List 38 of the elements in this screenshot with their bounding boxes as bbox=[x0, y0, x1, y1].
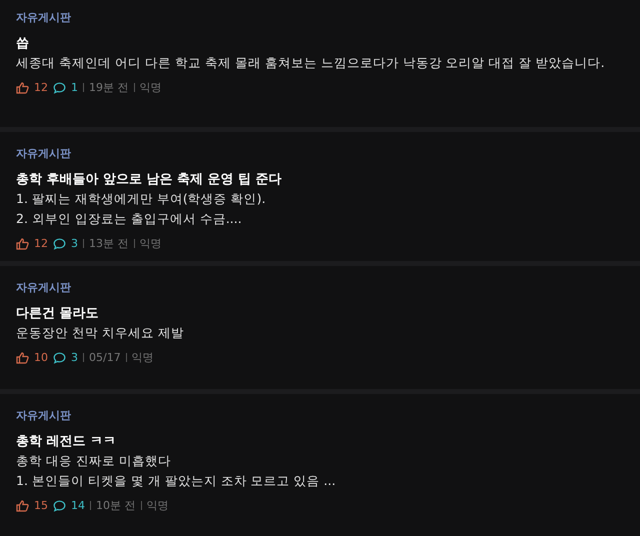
post-time: 19분 전 bbox=[89, 80, 128, 95]
author-name: 익명 bbox=[140, 236, 162, 251]
board-label[interactable]: 자유게시판 bbox=[16, 408, 71, 423]
thumbs-up-icon bbox=[16, 500, 29, 512]
author-name: 익명 bbox=[146, 498, 168, 513]
comment-count: 3 bbox=[71, 237, 78, 250]
author-name: 익명 bbox=[132, 350, 154, 365]
like-count: 12 bbox=[34, 237, 48, 250]
like-count: 10 bbox=[34, 351, 48, 364]
comment-count: 3 bbox=[71, 351, 78, 364]
post-excerpt: 운동장안 천막 치우세요 제발 bbox=[16, 325, 184, 342]
post-excerpt: 총학 대응 진짜로 미흡했다 bbox=[16, 453, 171, 470]
board-label[interactable]: 자유게시판 bbox=[16, 146, 71, 161]
board-label[interactable]: 자유게시판 bbox=[16, 280, 71, 295]
comment-icon bbox=[53, 82, 66, 94]
post-excerpt: 세종대 축제인데 어디 다른 학교 축제 몰래 훔쳐보는 느낌으로다가 낙동강 오리알 대접 잘 받았습니다. bbox=[16, 55, 605, 72]
comment-icon bbox=[53, 352, 66, 364]
like-count: 15 bbox=[34, 499, 48, 512]
post-time: 10분 전 bbox=[96, 498, 136, 513]
thumbs-up-icon bbox=[16, 82, 29, 94]
post-title[interactable]: 총학 후배들아 앞으로 남은 축제 운영 팁 준다 bbox=[16, 170, 282, 188]
comment-count: 14 bbox=[71, 499, 85, 512]
comment-icon bbox=[53, 500, 66, 512]
author-name: 익명 bbox=[140, 80, 162, 95]
post-time: 05/17 bbox=[89, 351, 121, 364]
board-label[interactable]: 자유게시판 bbox=[16, 10, 71, 25]
comment-icon bbox=[53, 238, 66, 250]
comment-count: 1 bbox=[71, 81, 78, 94]
post-time: 13분 전 bbox=[89, 236, 128, 251]
post-excerpt: 1. 본인들이 티켓을 몇 개 팔았는지 조차 모르고 있음 ... bbox=[16, 473, 336, 490]
post-excerpt: 1. 팔찌는 재학생에게만 부여(학생증 확인). bbox=[16, 191, 266, 208]
post-title[interactable]: 씁 bbox=[16, 34, 29, 52]
post-excerpt: 2. 외부인 입장료는 출입구에서 수금.... bbox=[16, 211, 242, 228]
thumbs-up-icon bbox=[16, 238, 29, 250]
thumbs-up-icon bbox=[16, 352, 29, 364]
post-title[interactable]: 다른건 몰라도 bbox=[16, 304, 99, 322]
post-title[interactable]: 총학 레전드 ㅋㅋ bbox=[16, 432, 116, 450]
like-count: 12 bbox=[34, 81, 48, 94]
